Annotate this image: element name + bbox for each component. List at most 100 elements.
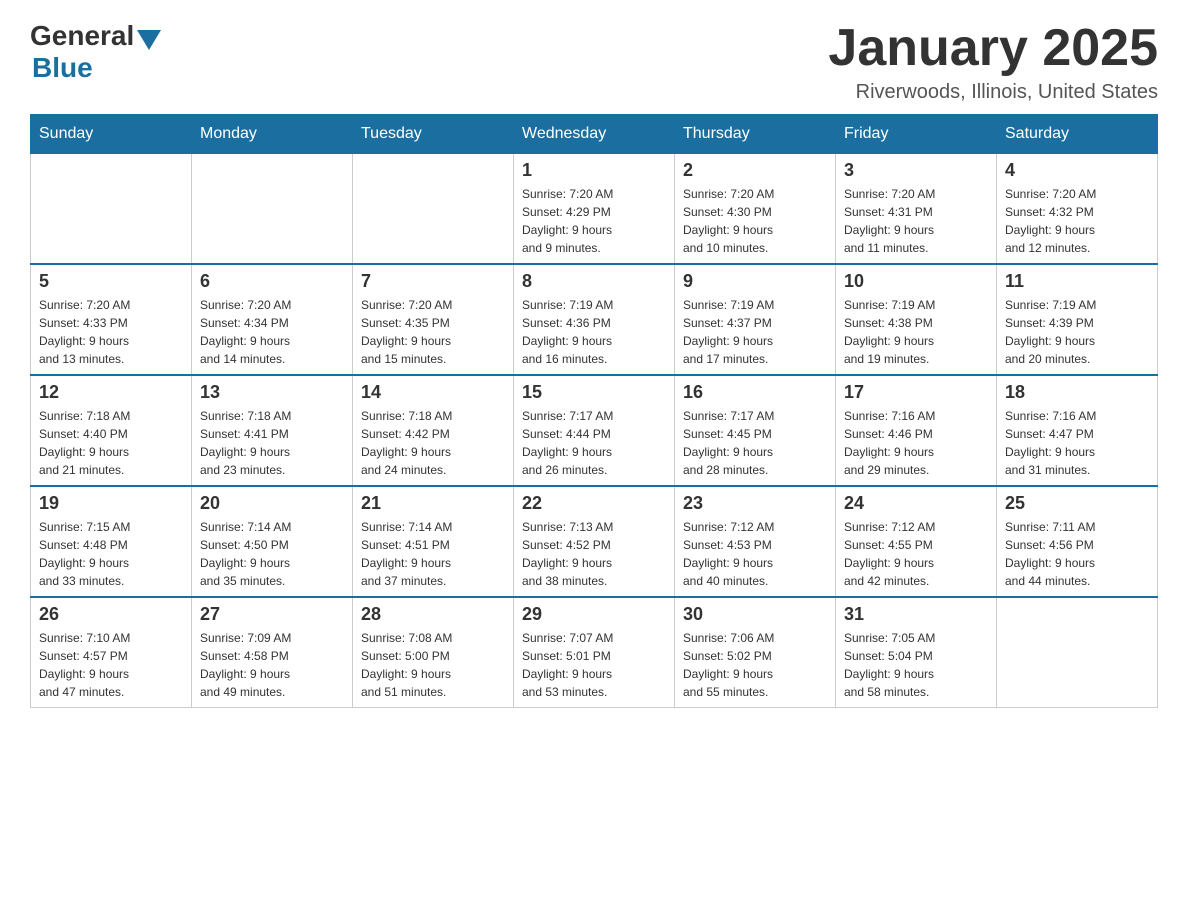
calendar-cell: 22Sunrise: 7:13 AM Sunset: 4:52 PM Dayli… (514, 486, 675, 597)
calendar-cell: 18 Sunrise: 7:16 AM Sunset: 4:47 PM Dayli… (997, 375, 1158, 486)
calendar-cell: 20 Sunrise: 7:14 AM Sunset: 4:50 PM Dayli… (192, 486, 353, 597)
calendar-cell: 4Sunrise: 7:20 AM Sunset: 4:32 PM Daylig… (997, 154, 1158, 265)
calendar-cell: 27Sunrise: 7:09 AM Sunset: 4:58 PM Dayli… (192, 597, 353, 708)
logo-general-text: General (30, 20, 134, 52)
calendar-cell: 8 Sunrise: 7:19 AM Sunset: 4:36 PM Daylig… (514, 264, 675, 375)
calendar-cell: 6 Sunrise: 7:20 AM Sunset: 4:34 PM Daylig… (192, 264, 353, 375)
day-info: Sunrise: 7:17 AM Sunset: 4:44 PM Dayligh… (522, 407, 666, 479)
day-info: Sunrise: 7:15 AM Sunset: 4:48 PM Dayligh… (39, 518, 183, 590)
day-info: Sunrise: 7:07 AM Sunset: 5:01 PM Dayligh… (522, 629, 666, 701)
day-number: 26 (39, 604, 183, 625)
calendar-cell: 25 Sunrise: 7:11 AM Sunset: 4:56 PM Dayli… (997, 486, 1158, 597)
calendar-day-header: Sunday (31, 115, 192, 154)
day-number: 15 (522, 382, 666, 403)
day-number: 31 (844, 604, 988, 625)
day-number: 3 (844, 160, 988, 181)
day-info: Sunrise: 7:13 AM Sunset: 4:52 PM Dayligh… (522, 518, 666, 590)
calendar-week-row: 26 Sunrise: 7:10 AM Sunset: 4:57 PM Dayli… (31, 597, 1158, 708)
day-info: Sunrise: 7:14 AM Sunset: 4:51 PM Dayligh… (361, 518, 505, 590)
calendar-cell: 21 Sunrise: 7:14 AM Sunset: 4:51 PM Dayli… (353, 486, 514, 597)
calendar-day-header: Thursday (675, 115, 836, 154)
day-info: Sunrise: 7:16 AM Sunset: 4:47 PM Dayligh… (1005, 407, 1149, 479)
calendar-cell: 24Sunrise: 7:12 AM Sunset: 4:55 PM Dayli… (836, 486, 997, 597)
day-number: 12 (39, 382, 183, 403)
day-info: Sunrise: 7:12 AM Sunset: 4:53 PM Dayligh… (683, 518, 827, 590)
day-number: 9 (683, 271, 827, 292)
day-number: 18 (1005, 382, 1149, 403)
day-info: Sunrise: 7:20 AM Sunset: 4:29 PM Dayligh… (522, 185, 666, 257)
logo-blue-text: Blue (32, 52, 93, 84)
day-number: 21 (361, 493, 505, 514)
day-info: Sunrise: 7:19 AM Sunset: 4:38 PM Dayligh… (844, 296, 988, 368)
day-number: 29 (522, 604, 666, 625)
day-info: Sunrise: 7:17 AM Sunset: 4:45 PM Dayligh… (683, 407, 827, 479)
day-number: 8 (522, 271, 666, 292)
day-info: Sunrise: 7:18 AM Sunset: 4:41 PM Dayligh… (200, 407, 344, 479)
day-info: Sunrise: 7:08 AM Sunset: 5:00 PM Dayligh… (361, 629, 505, 701)
day-number: 28 (361, 604, 505, 625)
calendar-table: SundayMondayTuesdayWednesdayThursdayFrid… (30, 114, 1158, 708)
day-info: Sunrise: 7:18 AM Sunset: 4:42 PM Dayligh… (361, 407, 505, 479)
page-header: General Blue January 2025 Riverwoods, Il… (30, 20, 1158, 104)
calendar-cell: 12 Sunrise: 7:18 AM Sunset: 4:40 PM Dayli… (31, 375, 192, 486)
calendar-week-row: 5 Sunrise: 7:20 AM Sunset: 4:33 PM Daylig… (31, 264, 1158, 375)
day-number: 6 (200, 271, 344, 292)
day-info: Sunrise: 7:19 AM Sunset: 4:36 PM Dayligh… (522, 296, 666, 368)
day-number: 27 (200, 604, 344, 625)
day-info: Sunrise: 7:20 AM Sunset: 4:33 PM Dayligh… (39, 296, 183, 368)
day-info: Sunrise: 7:19 AM Sunset: 4:37 PM Dayligh… (683, 296, 827, 368)
calendar-cell (192, 154, 353, 265)
calendar-cell: 26 Sunrise: 7:10 AM Sunset: 4:57 PM Dayli… (31, 597, 192, 708)
day-info: Sunrise: 7:12 AM Sunset: 4:55 PM Dayligh… (844, 518, 988, 590)
day-info: Sunrise: 7:10 AM Sunset: 4:57 PM Dayligh… (39, 629, 183, 701)
logo: General Blue (30, 20, 161, 84)
day-number: 19 (39, 493, 183, 514)
day-info: Sunrise: 7:20 AM Sunset: 4:34 PM Dayligh… (200, 296, 344, 368)
calendar-cell: 29 Sunrise: 7:07 AM Sunset: 5:01 PM Dayli… (514, 597, 675, 708)
calendar-cell: 19 Sunrise: 7:15 AM Sunset: 4:48 PM Dayli… (31, 486, 192, 597)
calendar-cell: 7Sunrise: 7:20 AM Sunset: 4:35 PM Daylig… (353, 264, 514, 375)
day-number: 25 (1005, 493, 1149, 514)
location-subtitle: Riverwoods, Illinois, United States (828, 81, 1158, 104)
calendar-cell: 5 Sunrise: 7:20 AM Sunset: 4:33 PM Daylig… (31, 264, 192, 375)
calendar-day-header: Friday (836, 115, 997, 154)
day-number: 11 (1005, 271, 1149, 292)
day-info: Sunrise: 7:16 AM Sunset: 4:46 PM Dayligh… (844, 407, 988, 479)
calendar-header-row: SundayMondayTuesdayWednesdayThursdayFrid… (31, 115, 1158, 154)
day-info: Sunrise: 7:11 AM Sunset: 4:56 PM Dayligh… (1005, 518, 1149, 590)
day-number: 17 (844, 382, 988, 403)
day-number: 14 (361, 382, 505, 403)
calendar-day-header: Wednesday (514, 115, 675, 154)
calendar-week-row: 19 Sunrise: 7:15 AM Sunset: 4:48 PM Dayli… (31, 486, 1158, 597)
calendar-cell: 28 Sunrise: 7:08 AM Sunset: 5:00 PM Dayli… (353, 597, 514, 708)
day-number: 13 (200, 382, 344, 403)
calendar-cell: 1Sunrise: 7:20 AM Sunset: 4:29 PM Daylig… (514, 154, 675, 265)
calendar-cell: 31 Sunrise: 7:05 AM Sunset: 5:04 PM Dayli… (836, 597, 997, 708)
calendar-cell: 16 Sunrise: 7:17 AM Sunset: 4:45 PM Dayli… (675, 375, 836, 486)
calendar-week-row: 12 Sunrise: 7:18 AM Sunset: 4:40 PM Dayli… (31, 375, 1158, 486)
day-info: Sunrise: 7:18 AM Sunset: 4:40 PM Dayligh… (39, 407, 183, 479)
calendar-cell (31, 154, 192, 265)
title-section: January 2025 Riverwoods, Illinois, Unite… (828, 20, 1158, 104)
day-info: Sunrise: 7:14 AM Sunset: 4:50 PM Dayligh… (200, 518, 344, 590)
calendar-day-header: Monday (192, 115, 353, 154)
day-info: Sunrise: 7:19 AM Sunset: 4:39 PM Dayligh… (1005, 296, 1149, 368)
day-number: 30 (683, 604, 827, 625)
calendar-cell: 13 Sunrise: 7:18 AM Sunset: 4:41 PM Dayli… (192, 375, 353, 486)
day-info: Sunrise: 7:20 AM Sunset: 4:35 PM Dayligh… (361, 296, 505, 368)
calendar-cell: 3 Sunrise: 7:20 AM Sunset: 4:31 PM Daylig… (836, 154, 997, 265)
day-number: 16 (683, 382, 827, 403)
calendar-cell: 17 Sunrise: 7:16 AM Sunset: 4:46 PM Dayli… (836, 375, 997, 486)
logo-arrow-icon (137, 30, 161, 50)
calendar-day-header: Tuesday (353, 115, 514, 154)
calendar-cell: 11 Sunrise: 7:19 AM Sunset: 4:39 PM Dayli… (997, 264, 1158, 375)
day-info: Sunrise: 7:05 AM Sunset: 5:04 PM Dayligh… (844, 629, 988, 701)
day-info: Sunrise: 7:06 AM Sunset: 5:02 PM Dayligh… (683, 629, 827, 701)
day-info: Sunrise: 7:20 AM Sunset: 4:30 PM Dayligh… (683, 185, 827, 257)
day-number: 10 (844, 271, 988, 292)
day-number: 20 (200, 493, 344, 514)
day-info: Sunrise: 7:20 AM Sunset: 4:31 PM Dayligh… (844, 185, 988, 257)
day-number: 2 (683, 160, 827, 181)
day-number: 5 (39, 271, 183, 292)
day-number: 23 (683, 493, 827, 514)
